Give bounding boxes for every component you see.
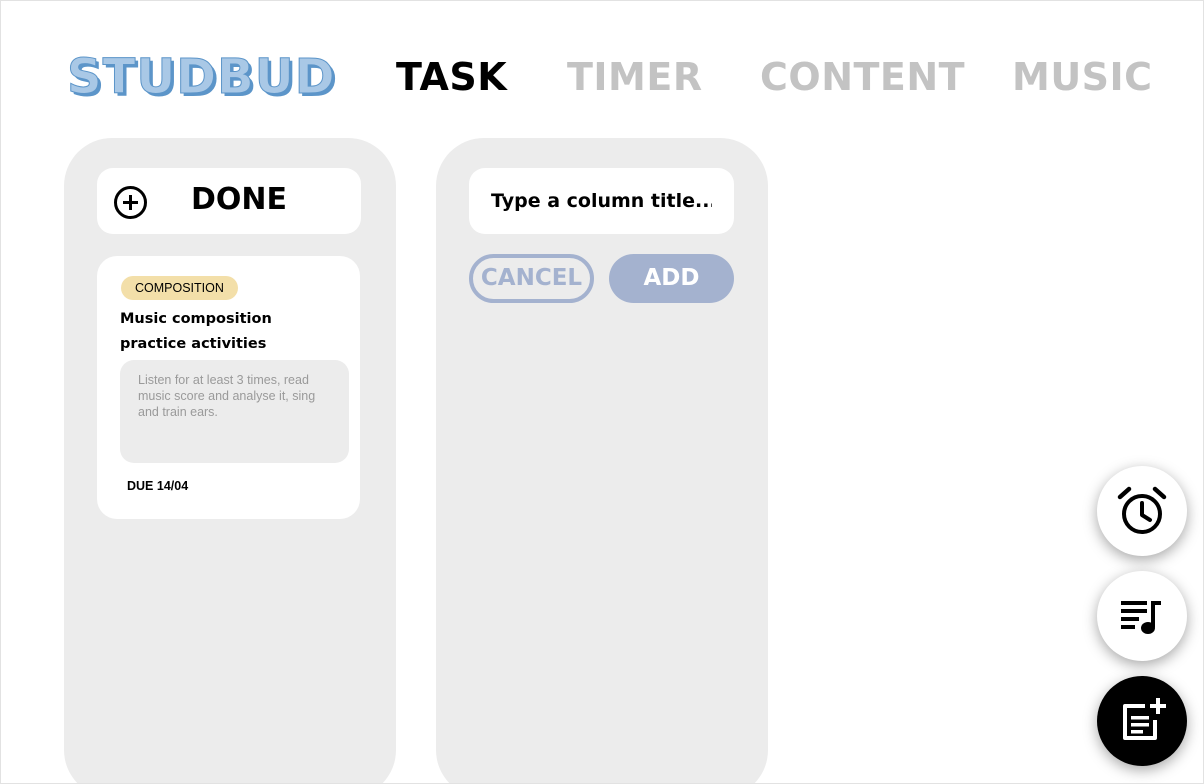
column-title: DONE (191, 182, 288, 217)
task-title: Music composition practice activities (120, 311, 272, 352)
playlist-music-icon (1121, 601, 1161, 634)
column-new: CANCEL ADD (436, 138, 768, 783)
task-description: Listen for at least 3 times, read music … (120, 360, 349, 463)
column-title-input[interactable] (469, 168, 734, 234)
app-frame: STUDBUD TASK TIMER CONTENT MUSIC DONE CO… (0, 0, 1204, 784)
nav-tab-timer[interactable]: TIMER (567, 55, 703, 99)
add-circle-icon[interactable] (114, 186, 147, 219)
nav-tab-task[interactable]: TASK (396, 55, 507, 99)
task-card[interactable]: COMPOSITION Music composition practice a… (97, 256, 360, 519)
column-done: DONE COMPOSITION Music composition pract… (64, 138, 396, 783)
timer-fab[interactable] (1097, 466, 1187, 556)
note-add-icon (1123, 698, 1166, 740)
column-header: DONE (97, 168, 361, 234)
add-note-fab[interactable] (1097, 676, 1187, 766)
task-due-date: DUE 14/04 (127, 479, 189, 493)
cancel-button[interactable]: CANCEL (469, 254, 594, 303)
alarm-clock-icon (1117, 486, 1167, 534)
music-fab[interactable] (1097, 571, 1187, 661)
app-logo: STUDBUD (67, 49, 336, 106)
nav-tab-music[interactable]: MUSIC (1012, 55, 1153, 99)
nav-tab-content[interactable]: CONTENT (760, 55, 965, 99)
add-button[interactable]: ADD (609, 254, 734, 303)
task-tag: COMPOSITION (121, 276, 238, 300)
